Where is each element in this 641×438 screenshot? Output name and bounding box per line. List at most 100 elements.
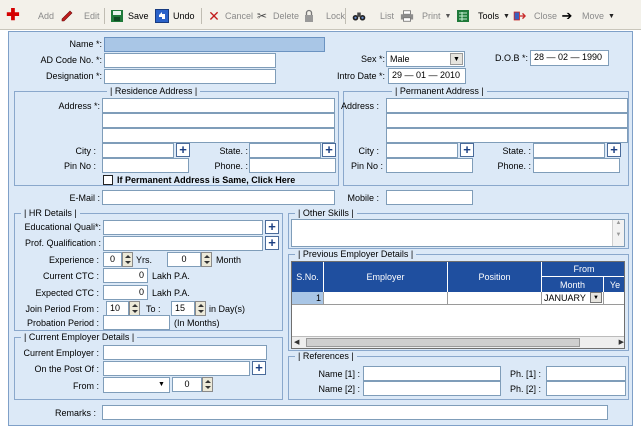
experience-years-input[interactable]: 0 xyxy=(103,252,122,267)
grid-col-sno[interactable]: S.No. xyxy=(292,262,324,292)
grid-col-year[interactable]: Ye xyxy=(604,277,624,292)
x-icon: ✕ xyxy=(208,8,220,24)
current-ctc-unit: Lakh P.A. xyxy=(152,271,190,281)
ad-code-field[interactable] xyxy=(104,53,276,68)
grid-col-from[interactable]: From xyxy=(542,262,624,277)
permanent-address-line1[interactable] xyxy=(386,98,628,113)
close-button[interactable]: Close xyxy=(512,8,557,24)
delete-button[interactable]: ✂ Delete xyxy=(255,8,299,24)
sex-select[interactable]: Male ▼ xyxy=(386,51,465,67)
cell-year[interactable] xyxy=(604,292,624,305)
permanent-city-field[interactable] xyxy=(386,143,458,158)
to-label: To : xyxy=(146,304,161,314)
grid-col-employer[interactable]: Employer xyxy=(324,262,448,292)
permanent-phone-field[interactable] xyxy=(533,158,620,173)
sex-label: Sex *: xyxy=(360,54,385,64)
pencil-icon xyxy=(60,9,74,23)
expected-ctc-field[interactable]: 0 xyxy=(103,285,148,300)
mobile-field[interactable] xyxy=(386,190,473,205)
permanent-state-label: State. : xyxy=(502,146,531,156)
join-to-spinner[interactable] xyxy=(195,301,206,316)
intro-date-field[interactable]: 29 — 01 — 2010 xyxy=(388,68,466,84)
add-city-button[interactable]: + xyxy=(176,143,190,157)
lock-button[interactable]: Lock xyxy=(302,8,345,24)
probation-field[interactable] xyxy=(103,315,170,330)
same-address-label: If Permanent Address is Same, Click Here xyxy=(117,175,296,185)
residence-city-label: City : xyxy=(75,146,96,156)
same-address-checkbox[interactable] xyxy=(103,175,113,185)
add-prof-qual-button[interactable]: + xyxy=(265,236,279,250)
add-button[interactable]: ✚ Add xyxy=(6,8,54,24)
edit-button[interactable]: Edit xyxy=(60,8,100,24)
experience-months-spinner[interactable] xyxy=(201,252,212,267)
residence-phone-field[interactable] xyxy=(249,158,336,173)
residence-pin-field[interactable] xyxy=(102,158,189,173)
post-of-field[interactable] xyxy=(103,361,250,376)
name-field[interactable] xyxy=(104,37,325,52)
name-label: Name *: xyxy=(69,39,102,49)
add-state-button[interactable]: + xyxy=(322,143,336,157)
from-year-spinner[interactable] xyxy=(202,377,213,392)
ref-ph1-field[interactable] xyxy=(546,366,626,381)
remarks-field[interactable] xyxy=(102,405,608,420)
dob-field[interactable]: 28 — 02 — 1990 xyxy=(530,50,609,66)
mobile-label: Mobile : xyxy=(347,193,379,203)
grid-col-position[interactable]: Position xyxy=(448,262,542,292)
chevron-down-icon[interactable]: ▼ xyxy=(590,292,602,303)
from-label: From : xyxy=(73,381,99,391)
residence-state-field[interactable] xyxy=(249,143,321,158)
other-skills-textarea[interactable] xyxy=(291,219,625,247)
permanent-pin-field[interactable] xyxy=(386,158,473,173)
experience-months-input[interactable]: 0 xyxy=(167,252,201,267)
sex-value: Male xyxy=(390,54,410,64)
permanent-address-line2[interactable] xyxy=(386,113,628,128)
join-to-input[interactable]: 15 xyxy=(171,301,195,316)
ref-name1-field[interactable] xyxy=(363,366,501,381)
other-skills-scrollbar[interactable]: ▲ ▼ xyxy=(612,220,624,246)
join-from-spinner[interactable] xyxy=(129,301,140,316)
grid-horizontal-scrollbar[interactable]: ◀ ▶ xyxy=(292,336,624,348)
ref-name2-field[interactable] xyxy=(363,381,501,396)
permanent-state-field[interactable] xyxy=(533,143,605,158)
cell-employer[interactable] xyxy=(324,292,448,305)
arrow-right-icon: ➔ xyxy=(561,8,573,23)
add-post-button[interactable]: + xyxy=(252,361,266,375)
current-employer-field[interactable] xyxy=(103,345,267,360)
from-month-select[interactable]: ▼ xyxy=(103,377,170,393)
experience-years-spinner[interactable] xyxy=(122,252,133,267)
cell-month[interactable]: JANUARY ▼ xyxy=(542,292,604,305)
residence-address-line1[interactable] xyxy=(102,98,335,113)
table-row[interactable]: 1 JANUARY ▼ xyxy=(292,292,624,305)
join-from-input[interactable]: 10 xyxy=(106,301,129,316)
email-field[interactable] xyxy=(102,190,335,205)
from-year-input[interactable]: 0 xyxy=(172,377,202,392)
cell-position[interactable] xyxy=(448,292,542,305)
prof-qual-field[interactable] xyxy=(103,236,263,251)
permanent-address-line3[interactable] xyxy=(386,128,628,143)
references-title: References xyxy=(295,351,357,361)
residence-address-line3[interactable] xyxy=(102,128,335,143)
residence-phone-label: Phone. : xyxy=(214,161,248,171)
permanent-address-label: Address : xyxy=(340,101,379,111)
residence-address-line2[interactable] xyxy=(102,113,335,128)
plus-icon: ✚ xyxy=(6,7,20,24)
save-button[interactable]: Save xyxy=(110,8,149,24)
add-permanent-state-button[interactable]: + xyxy=(607,143,621,157)
grid-col-month[interactable]: Month xyxy=(542,277,604,292)
add-edu-qual-button[interactable]: + xyxy=(265,220,279,234)
previous-employer-grid[interactable]: S.No. Employer Position From Month Ye 1 … xyxy=(291,261,625,349)
scroll-thumb[interactable] xyxy=(306,338,580,347)
previous-employer-title: Previous Employer Details xyxy=(295,249,417,259)
print-button[interactable]: Print ▼ xyxy=(400,8,451,24)
move-button[interactable]: ➔ Move ▼ xyxy=(560,8,615,24)
edu-qual-field[interactable] xyxy=(103,220,263,235)
residence-city-field[interactable] xyxy=(102,143,174,158)
add-permanent-city-button[interactable]: + xyxy=(460,143,474,157)
current-ctc-field[interactable]: 0 xyxy=(103,268,148,283)
ref-ph2-field[interactable] xyxy=(546,381,626,396)
list-button[interactable]: List xyxy=(352,8,394,24)
designation-field[interactable] xyxy=(104,69,276,84)
cancel-button[interactable]: ✕ Cancel xyxy=(207,8,253,24)
undo-button[interactable]: Undo xyxy=(155,8,195,24)
tools-button[interactable]: Tools ▼ xyxy=(456,8,510,24)
